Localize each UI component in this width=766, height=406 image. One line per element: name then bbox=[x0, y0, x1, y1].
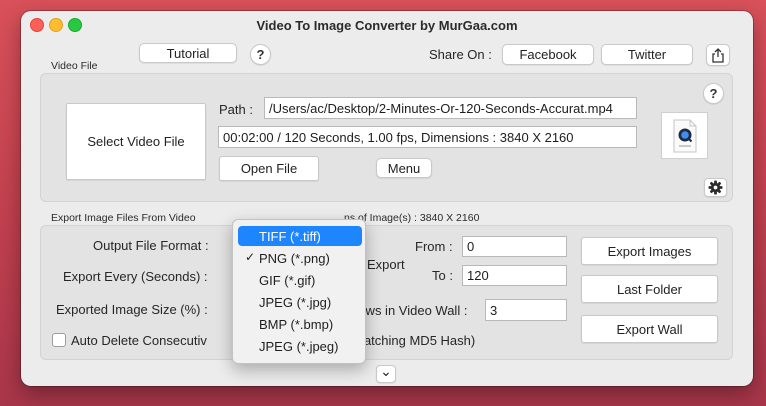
from-label: From : bbox=[415, 239, 453, 254]
checkmark-icon: ✓ bbox=[245, 250, 256, 264]
expand-button[interactable]: ⌄ bbox=[376, 363, 396, 383]
twitter-button[interactable]: Twitter bbox=[601, 44, 693, 65]
video-file-section-label: Video File bbox=[51, 60, 98, 72]
option-label: PNG (*.png) bbox=[259, 250, 330, 266]
help-button[interactable]: ? bbox=[250, 44, 271, 65]
export-range-label: Export bbox=[367, 257, 405, 272]
title-bar: Video To Image Converter by MurGaa.com bbox=[21, 11, 753, 39]
facebook-button[interactable]: Facebook bbox=[502, 44, 594, 65]
path-field[interactable]: /Users/ac/Desktop/2-Minutes-Or-120-Secon… bbox=[264, 97, 637, 119]
format-option-jpeg[interactable]: JPEG (*.jpeg) bbox=[238, 336, 362, 356]
format-option-tiff[interactable]: TIFF (*.tiff) bbox=[238, 226, 362, 246]
export-every-label: Export Every (Seconds) : bbox=[63, 269, 208, 284]
from-field[interactable]: 0 bbox=[462, 236, 567, 257]
quicktime-file-icon bbox=[673, 119, 697, 153]
format-option-gif[interactable]: GIF (*.gif) bbox=[238, 270, 362, 290]
exported-image-size-label: Exported Image Size (%) : bbox=[56, 302, 208, 317]
output-format-label: Output File Format : bbox=[93, 238, 209, 253]
option-label: TIFF (*.tiff) bbox=[259, 228, 321, 244]
video-info-field: 00:02:00 / 120 Seconds, 1.00 fps, Dimens… bbox=[218, 126, 637, 148]
tutorial-button[interactable]: Tutorial bbox=[139, 43, 237, 63]
option-label: GIF (*.gif) bbox=[259, 272, 316, 288]
option-label: BMP (*.bmp) bbox=[259, 316, 334, 332]
window-title: Video To Image Converter by MurGaa.com bbox=[256, 18, 518, 33]
last-folder-button[interactable]: Last Folder bbox=[581, 275, 718, 303]
share-icon bbox=[711, 47, 725, 63]
export-section-label: Export Image Files From Video bbox=[51, 212, 196, 224]
rows-in-video-wall-field[interactable]: 3 bbox=[485, 299, 567, 321]
option-label: JPEG (*.jpeg) bbox=[259, 338, 339, 354]
chevron-down-icon: ⌄ bbox=[380, 363, 392, 379]
open-file-button[interactable]: Open File bbox=[219, 156, 319, 181]
gear-icon bbox=[708, 180, 723, 195]
to-field[interactable]: 120 bbox=[462, 265, 567, 286]
to-label: To : bbox=[432, 268, 453, 283]
path-label: Path : bbox=[219, 102, 253, 117]
video-help-button[interactable]: ? bbox=[703, 83, 724, 104]
video-thumbnail bbox=[661, 112, 708, 159]
option-label: JPEG (*.jpg) bbox=[259, 294, 332, 310]
export-images-button[interactable]: Export Images bbox=[581, 237, 718, 265]
format-option-png[interactable]: ✓ PNG (*.png) bbox=[238, 248, 362, 268]
format-option-jpg[interactable]: JPEG (*.jpg) bbox=[238, 292, 362, 312]
export-wall-button[interactable]: Export Wall bbox=[581, 315, 718, 343]
app-window: Video To Image Converter by MurGaa.com T… bbox=[21, 11, 753, 386]
auto-delete-checkbox[interactable] bbox=[52, 333, 66, 347]
output-format-menu: TIFF (*.tiff) ✓ PNG (*.png) GIF (*.gif) … bbox=[232, 219, 366, 364]
share-button[interactable] bbox=[706, 44, 730, 66]
select-video-file-button[interactable]: Select Video File bbox=[66, 103, 206, 180]
settings-button[interactable] bbox=[704, 178, 727, 197]
auto-delete-label: Auto Delete Consecutiv bbox=[71, 333, 207, 348]
format-option-bmp[interactable]: BMP (*.bmp) bbox=[238, 314, 362, 334]
menu-button[interactable]: Menu bbox=[376, 158, 432, 178]
share-on-label: Share On : bbox=[429, 47, 492, 62]
